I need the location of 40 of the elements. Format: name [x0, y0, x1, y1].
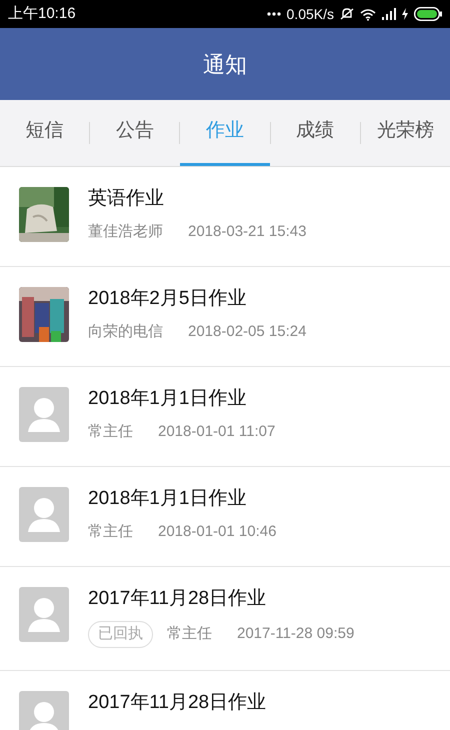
mute-icon — [340, 7, 354, 21]
notice-time: 2017-11-28 09:59 — [237, 624, 354, 644]
signal-icon — [382, 8, 396, 20]
notice-row[interactable]: 英语作业 董佳浩老师 2018-03-21 15:43 — [0, 167, 450, 267]
tab[interactable]: 光荣榜 — [360, 100, 450, 166]
notice-row[interactable]: 2017年11月28日作业 — [0, 671, 450, 730]
avatar-icon — [19, 587, 69, 642]
notice-row[interactable]: 2018年1月1日作业 常主任 2018-01-01 11:07 — [0, 367, 450, 467]
notice-row[interactable]: 2017年11月28日作业 已回执 常主任 2017-11-28 09:59 — [0, 567, 450, 671]
receipt-badge: 已回执 — [88, 621, 153, 648]
avatar-icon — [19, 387, 69, 442]
wifi-icon — [360, 8, 376, 20]
status-time: 上午10:16 — [8, 4, 76, 24]
battery-icon — [414, 7, 442, 21]
sender-name: 向荣的电信 — [88, 322, 163, 342]
tab[interactable]: 短信 — [0, 100, 90, 166]
network-speed: 0.05K/s — [286, 4, 334, 24]
notice-row[interactable]: 2018年2月5日作业 向荣的电信 2018-02-05 15:24 — [0, 267, 450, 367]
sender-name: 常主任 — [167, 624, 212, 644]
notice-title: 2018年1月1日作业 — [88, 487, 248, 511]
notice-time: 2018-01-01 11:07 — [158, 422, 276, 442]
avatar-icon — [19, 691, 69, 730]
page-title: 通知 — [203, 50, 247, 78]
sender-name: 常主任 — [88, 522, 133, 542]
sender-name: 董佳浩老师 — [88, 222, 163, 242]
notice-time: 2018-01-01 10:46 — [158, 522, 276, 542]
charging-icon — [402, 8, 408, 20]
more-icon — [266, 12, 281, 16]
notice-title: 英语作业 — [88, 187, 165, 211]
sender-name: 常主任 — [88, 422, 133, 442]
notice-title: 2018年2月5日作业 — [88, 287, 248, 311]
notice-title: 2017年11月28日作业 — [88, 691, 266, 715]
avatar-icon — [19, 487, 69, 542]
notice-row[interactable]: 2018年1月1日作业 常主任 2018-01-01 10:46 — [0, 467, 450, 567]
tab[interactable]: 公告 — [90, 100, 180, 166]
notice-title: 2017年11月28日作业 — [88, 587, 268, 611]
notice-time: 2018-02-05 15:24 — [188, 322, 306, 342]
tab[interactable]: 成绩 — [270, 100, 360, 166]
notice-title: 2018年1月1日作业 — [88, 387, 248, 411]
notice-time: 2018-03-21 15:43 — [188, 222, 306, 242]
